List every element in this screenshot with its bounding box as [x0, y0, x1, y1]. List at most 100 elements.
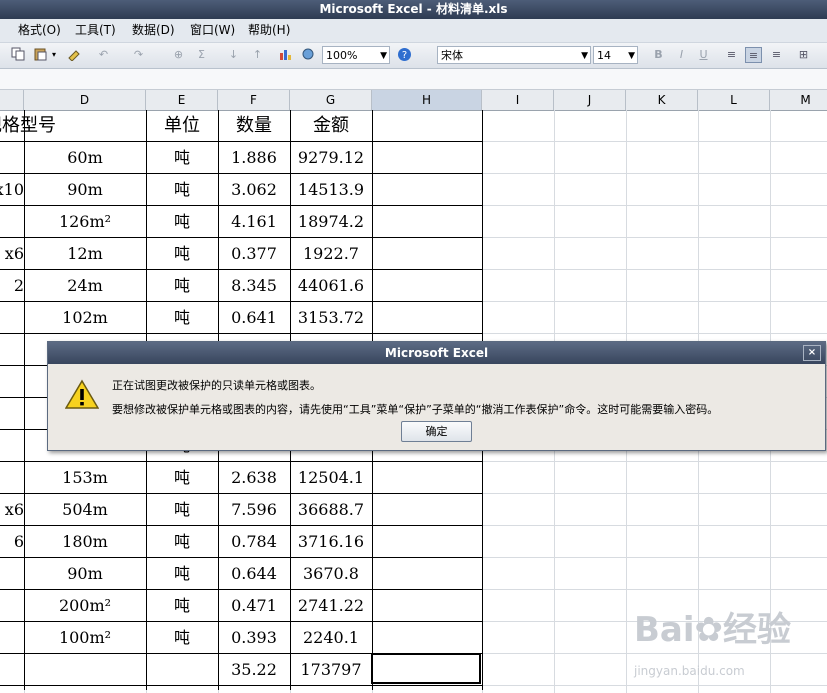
cell-e[interactable]: 吨	[146, 462, 218, 493]
cell-f[interactable]: 8.345	[218, 270, 290, 301]
cell-g[interactable]: 36688.7	[290, 494, 372, 525]
undo-icon[interactable]: ↶	[95, 47, 112, 63]
cell-g[interactable]: 2240.1	[290, 622, 372, 653]
cell-g[interactable]: 44061.6	[290, 270, 372, 301]
zoom-select[interactable]: 100% ▼	[322, 46, 390, 64]
cell-g[interactable]: 3153.72	[290, 302, 372, 333]
cell-d[interactable]: 90m	[24, 174, 146, 205]
cell-c[interactable]	[0, 398, 24, 429]
column-header-i[interactable]: I	[482, 90, 554, 110]
cell-c[interactable]	[0, 622, 24, 653]
hyperlink-icon[interactable]: ⊕	[170, 47, 187, 63]
cell-g[interactable]: 3670.8	[290, 558, 372, 589]
font-size-select[interactable]: 14 ▼	[593, 46, 638, 64]
cell-g[interactable]: 14513.9	[290, 174, 372, 205]
paste-icon[interactable]	[32, 47, 49, 63]
cell-d[interactable]	[24, 654, 146, 685]
column-header-h[interactable]: H	[372, 90, 482, 110]
cell-g[interactable]: 18974.2	[290, 206, 372, 237]
column-header-partial[interactable]	[0, 90, 24, 110]
autosum-icon[interactable]: Σ	[193, 47, 210, 63]
align-left-icon[interactable]: ≡	[723, 47, 740, 63]
column-header-j[interactable]: J	[554, 90, 626, 110]
cell-c[interactable]: 2	[0, 270, 24, 301]
cell-f[interactable]: 35.22	[218, 654, 290, 685]
underline-button[interactable]: U	[695, 47, 712, 63]
cell-g[interactable]: 9279.12	[290, 142, 372, 173]
header-cell-d[interactable]	[24, 110, 146, 141]
align-center-icon[interactable]: ≡	[745, 47, 762, 63]
header-cell-e[interactable]: 单位	[146, 110, 218, 141]
drawing-icon[interactable]	[300, 47, 317, 63]
header-cell-f[interactable]: 数量	[218, 110, 290, 141]
cell-f[interactable]: 0.644	[218, 558, 290, 589]
menu-window[interactable]: 窗口(W)	[190, 22, 235, 39]
menu-format[interactable]: 格式(O)	[18, 22, 61, 39]
merge-center-icon[interactable]: ⊞	[795, 47, 812, 63]
cell-d[interactable]: 90m	[24, 558, 146, 589]
cell-c[interactable]	[0, 558, 24, 589]
cell-d[interactable]: 504m	[24, 494, 146, 525]
italic-button[interactable]: I	[673, 47, 690, 63]
column-header-e[interactable]: E	[146, 90, 218, 110]
cell-c[interactable]	[0, 302, 24, 333]
cell-d[interactable]: 24m	[24, 270, 146, 301]
formula-bar[interactable]	[0, 69, 827, 90]
cell-d[interactable]: 180m	[24, 526, 146, 557]
cell-e[interactable]: 吨	[146, 270, 218, 301]
cell-f[interactable]: 3.062	[218, 174, 290, 205]
menu-data[interactable]: 数据(D)	[132, 22, 175, 39]
cell-f[interactable]: 0.471	[218, 590, 290, 621]
help-icon[interactable]: ?	[396, 47, 413, 63]
cell-d[interactable]: 200m²	[24, 590, 146, 621]
cell-c[interactable]: x6	[0, 238, 24, 269]
cell-c[interactable]	[0, 142, 24, 173]
ok-button[interactable]: 确定	[401, 421, 472, 442]
cell-c[interactable]	[0, 334, 24, 365]
cell-e[interactable]: 吨	[146, 526, 218, 557]
sort-ascending-icon[interactable]: ↓	[225, 47, 242, 63]
cell-d[interactable]: 100m²	[24, 622, 146, 653]
cell-d[interactable]: 153m	[24, 462, 146, 493]
cell-e[interactable]: 吨	[146, 206, 218, 237]
cell-d[interactable]: 102m	[24, 302, 146, 333]
column-header-f[interactable]: F	[218, 90, 290, 110]
cell-f[interactable]: 0.784	[218, 526, 290, 557]
cell-g[interactable]: 3716.16	[290, 526, 372, 557]
cell-f[interactable]: 1.886	[218, 142, 290, 173]
column-header-l[interactable]: L	[698, 90, 770, 110]
cell-f[interactable]: 4.161	[218, 206, 290, 237]
cell-e[interactable]: 吨	[146, 622, 218, 653]
cell-d[interactable]: 60m	[24, 142, 146, 173]
cell-g[interactable]: 2741.22	[290, 590, 372, 621]
chart-wizard-icon[interactable]	[277, 47, 294, 63]
cell-e[interactable]: 吨	[146, 302, 218, 333]
cell-c[interactable]: 6	[0, 526, 24, 557]
cell-g[interactable]: 173797	[290, 654, 372, 685]
format-painter-icon[interactable]	[66, 47, 83, 63]
cell-e[interactable]: 吨	[146, 590, 218, 621]
cell-f[interactable]: 0.393	[218, 622, 290, 653]
cell-c[interactable]	[0, 430, 24, 461]
cell-e[interactable]: 吨	[146, 558, 218, 589]
sort-descending-icon[interactable]: ↑	[249, 47, 266, 63]
cell-f[interactable]: 2.638	[218, 462, 290, 493]
cell-c[interactable]	[0, 366, 24, 397]
cell-c[interactable]	[0, 206, 24, 237]
cell-c[interactable]: x6	[0, 494, 24, 525]
active-cell-selection[interactable]	[371, 653, 481, 684]
cell-e[interactable]: 吨	[146, 142, 218, 173]
column-header-m[interactable]: M	[770, 90, 827, 110]
cell-d[interactable]: 12m	[24, 238, 146, 269]
column-header-d[interactable]: D	[24, 90, 146, 110]
cell-c[interactable]	[0, 590, 24, 621]
cell-e[interactable]: 吨	[146, 174, 218, 205]
header-cell-g[interactable]: 金额	[290, 110, 372, 141]
align-right-icon[interactable]: ≡	[768, 47, 785, 63]
column-header-g[interactable]: G	[290, 90, 372, 110]
cell-g[interactable]: 1922.7	[290, 238, 372, 269]
font-name-select[interactable]: 宋体 ▼	[437, 46, 591, 64]
column-header-k[interactable]: K	[626, 90, 698, 110]
menu-help[interactable]: 帮助(H)	[248, 22, 290, 39]
cell-c[interactable]	[0, 654, 24, 685]
